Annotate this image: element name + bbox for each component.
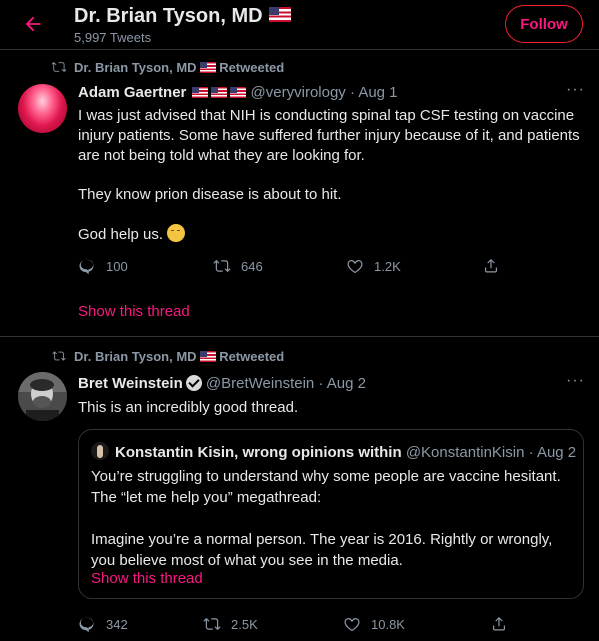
tweet-actions: 342 2.5K 10.8K — [78, 615, 538, 635]
us-flag-icon — [199, 62, 216, 73]
reply-button[interactable]: 100 — [78, 257, 128, 275]
tweet-date[interactable]: Aug 2 — [327, 375, 366, 392]
retweet-icon — [52, 351, 66, 361]
author-handle[interactable]: @BretWeinstein — [206, 375, 314, 392]
verified-badge-icon — [185, 375, 202, 391]
avatar[interactable] — [18, 372, 67, 421]
relieved-face-icon — [167, 224, 186, 242]
retweet-icon — [51, 62, 67, 72]
quote-date: Aug 2 — [536, 444, 577, 461]
quote-text: You’re struggling to understand why some… — [91, 468, 561, 569]
share-icon — [493, 616, 505, 631]
author-handle[interactable]: @veryvirology — [251, 84, 346, 101]
author-name[interactable]: Bret Weinstein — [78, 375, 183, 392]
back-arrow-icon[interactable] — [22, 13, 44, 35]
avatar[interactable] — [18, 84, 67, 133]
like-button[interactable]: 1.2K — [346, 257, 401, 275]
us-flag-icon — [199, 351, 216, 362]
share-button[interactable] — [482, 257, 500, 275]
like-icon — [347, 260, 363, 274]
retweeted-line: Dr. Brian Tyson, MD Retweeted — [51, 60, 284, 75]
tweet-date[interactable]: Aug 1 — [358, 84, 397, 101]
show-thread-link[interactable]: Show this thread — [91, 570, 203, 587]
retweet-button[interactable]: 2.5K — [203, 615, 258, 633]
bret-avatar-image — [18, 372, 67, 421]
quoted-tweet[interactable]: Konstantin Kisin, wrong opinions within … — [78, 429, 584, 599]
share-button[interactable] — [490, 615, 508, 633]
avatar — [91, 442, 109, 460]
more-icon[interactable]: ··· — [566, 372, 585, 390]
us-flag-icon — [192, 87, 209, 98]
retweet-icon — [213, 259, 231, 273]
like-button[interactable]: 10.8K — [343, 615, 405, 633]
show-thread-link[interactable]: Show this thread — [78, 303, 190, 320]
retweet-icon — [203, 617, 221, 631]
reply-icon — [79, 259, 94, 275]
retweeted-line: Dr. Brian Tyson, MD Retweeted — [52, 349, 284, 364]
tweet[interactable]: Dr. Brian Tyson, MD Retweeted Bret Weins… — [0, 338, 599, 641]
share-icon — [485, 258, 497, 273]
tweet-text: I was just advised that NIH is conductin… — [78, 107, 580, 243]
quote-author-line: Konstantin Kisin, wrong opinions within … — [91, 442, 576, 461]
retweet-button[interactable]: 646 — [213, 257, 263, 275]
like-icon — [344, 618, 360, 632]
reply-button[interactable]: 342 — [78, 615, 128, 633]
more-icon[interactable]: ··· — [566, 81, 585, 99]
us-flag-icon — [230, 87, 247, 98]
us-flag-icon — [211, 87, 228, 98]
tweet-count: 5,997 Tweets — [74, 30, 152, 45]
quote-author-handle: @KonstantinKisin — [405, 444, 525, 461]
tweet-text: This is an incredibly good thread. — [78, 399, 299, 416]
tweet-actions: 100 646 1.2K — [78, 257, 538, 277]
author-name[interactable]: Adam Gaertner — [78, 84, 186, 101]
profile-header: Dr. Brian Tyson, MD 5,997 Tweets Follow — [0, 0, 599, 50]
quote-author-name: Konstantin Kisin, wrong opinions within — [115, 444, 402, 461]
tweet[interactable]: Dr. Brian Tyson, MD Retweeted Adam Gaert… — [0, 51, 599, 337]
profile-title: Dr. Brian Tyson, MD — [74, 5, 291, 28]
us-flag-icon — [268, 7, 291, 22]
author-line: Adam Gaertner @veryvirology · Aug 1 — [78, 84, 398, 101]
follow-button[interactable]: Follow — [505, 5, 583, 43]
author-line: Bret Weinstein @BretWeinstein · Aug 2 — [78, 375, 366, 392]
reply-icon — [79, 617, 94, 633]
